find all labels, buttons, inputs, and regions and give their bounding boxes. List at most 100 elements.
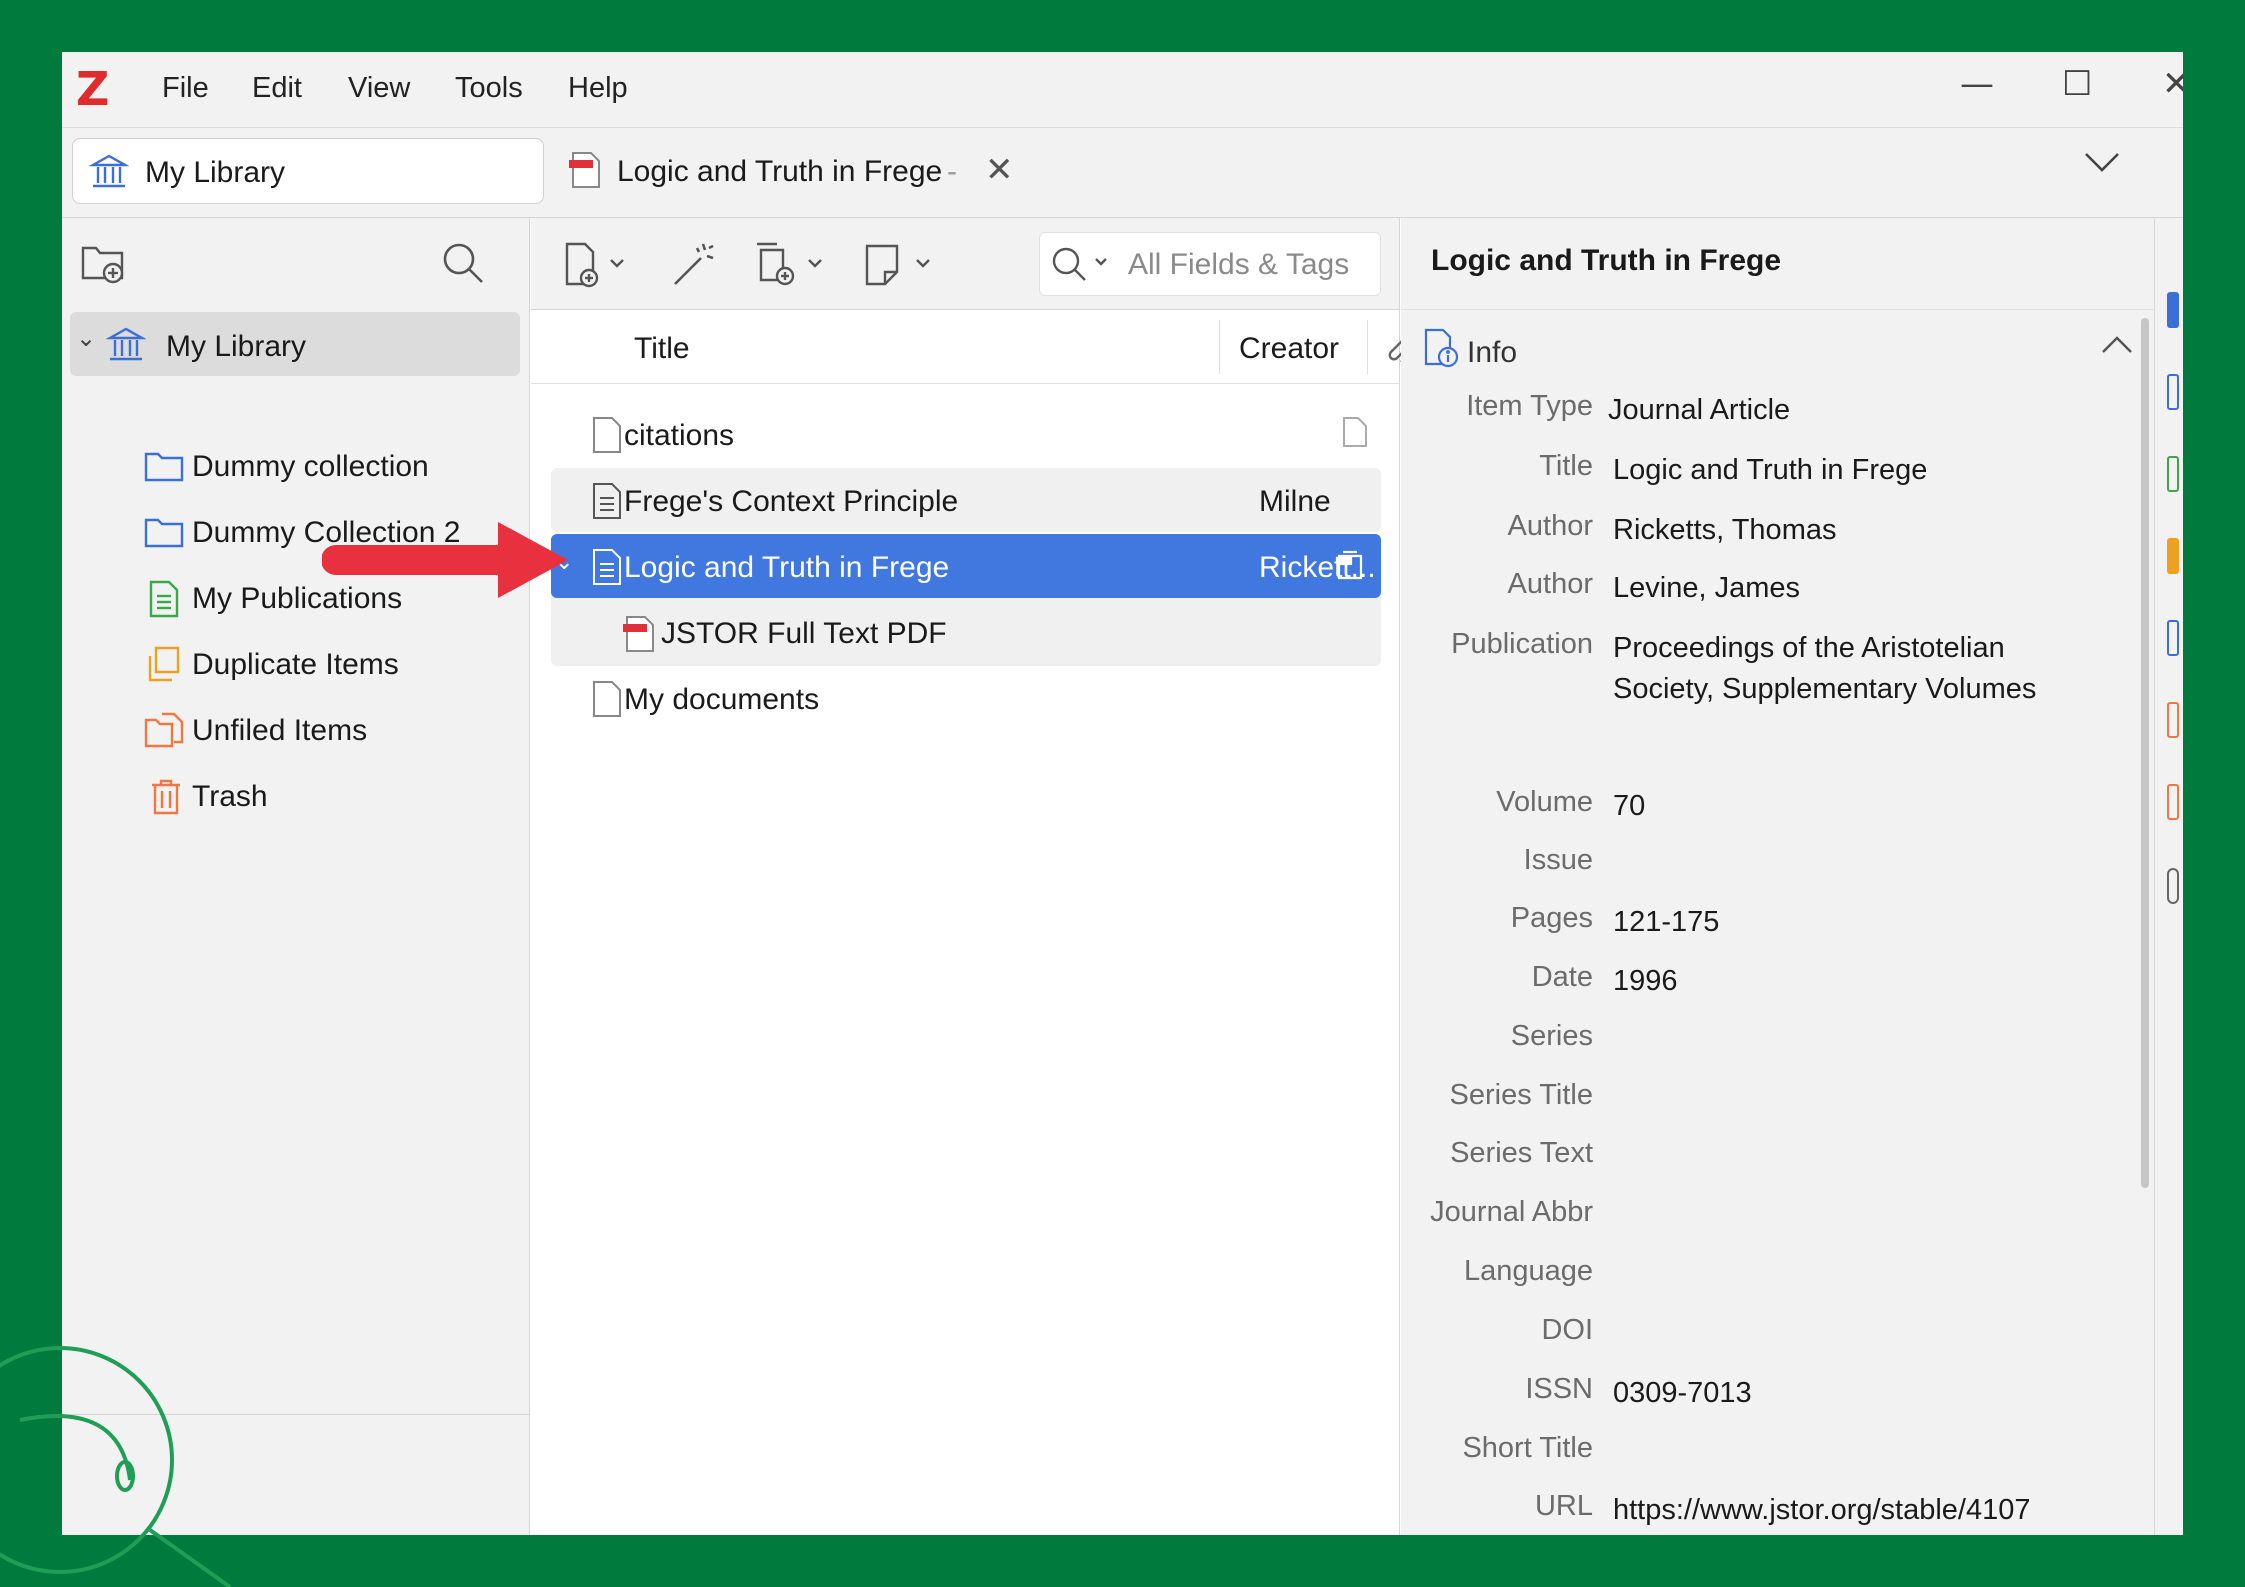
field-label: Language <box>1463 1255 1593 1287</box>
sidenav-locate-icon[interactable] <box>2167 868 2179 904</box>
chevron-up-icon[interactable] <box>2099 332 2135 365</box>
duplicate-items-icon <box>146 646 182 689</box>
attachment-status-icon[interactable] <box>1341 416 1369 453</box>
item-row-my-documents[interactable]: My documents <box>551 666 1381 730</box>
new-item-icon[interactable] <box>561 240 637 295</box>
trash-icon <box>150 778 182 821</box>
sidenav-abstract-icon[interactable] <box>2167 374 2179 410</box>
publications-icon <box>148 580 180 623</box>
item-row-freges-context-principle[interactable]: Frege's Context Principle Milne <box>551 468 1381 532</box>
items-toolbar <box>531 218 1399 310</box>
document-icon <box>591 680 623 723</box>
item-pane-scrollbar[interactable] <box>2141 318 2149 1188</box>
field-value[interactable]: Journal Article <box>1608 390 2098 431</box>
document-icon <box>591 416 623 459</box>
new-note-icon[interactable] <box>861 240 941 295</box>
minimize-button[interactable]: — <box>1960 64 1994 104</box>
item-pane: Logic and Truth in Frege Info Item Type … <box>1401 218 2154 1535</box>
close-tab-icon[interactable]: ✕ <box>985 150 1014 190</box>
column-creator[interactable]: Creator <box>1239 332 1339 366</box>
chevron-down-icon[interactable] <box>2082 146 2122 181</box>
field-label: Short Title <box>1462 1432 1593 1464</box>
column-divider[interactable] <box>1219 320 1220 374</box>
tab-my-library[interactable]: My Library <box>72 138 544 204</box>
field-label: Issue <box>1523 844 1593 876</box>
field-label: Series <box>1510 1020 1593 1052</box>
info-icon <box>1423 328 1461 373</box>
menu-help[interactable]: Help <box>568 72 628 105</box>
library-icon <box>88 151 130 196</box>
item-pane-header: Logic and Truth in Frege <box>1401 218 2154 310</box>
decorative-circle-icon <box>0 1346 232 1587</box>
search-icon[interactable] <box>440 240 486 291</box>
menu-file[interactable]: File <box>162 72 209 105</box>
zotero-window: Z File Edit View Tools Help — ☐ ✕ My Lib… <box>62 52 2183 1535</box>
collection-duplicate-items[interactable]: Duplicate Items <box>62 636 462 692</box>
field-value[interactable]: 121-175 <box>1613 902 2103 943</box>
field-value[interactable]: Levine, James <box>1613 568 2103 609</box>
sidenav-tags-icon[interactable] <box>2167 702 2179 738</box>
tab-reader[interactable]: Logic and Truth in Frege - ✕ <box>567 138 1027 204</box>
field-label: Series Title <box>1449 1079 1593 1111</box>
new-collection-icon[interactable] <box>80 240 130 291</box>
search-mode-icon[interactable] <box>1050 245 1120 290</box>
sidenav-related-icon[interactable] <box>2167 784 2179 820</box>
folder-icon <box>144 514 184 555</box>
sidenav-attachments-icon[interactable] <box>2167 456 2179 492</box>
folder-icon <box>144 448 184 489</box>
item-pane-title: Logic and Truth in Frege <box>1431 244 1782 277</box>
field-value[interactable]: Proceedings of the Aristotelian Society,… <box>1613 628 2043 710</box>
journal-article-icon <box>591 548 623 591</box>
collection-label: Dummy collection <box>192 450 429 483</box>
collection-dummy-collection[interactable]: Dummy collection <box>62 438 462 494</box>
maximize-button[interactable]: ☐ <box>2062 64 2092 104</box>
collection-my-library[interactable]: ⌄ My Library <box>70 312 520 376</box>
menu-edit[interactable]: Edit <box>252 72 302 105</box>
field-value[interactable]: 1996 <box>1613 961 2103 1002</box>
sidenav-info-icon[interactable] <box>2167 292 2179 328</box>
sidenav-notes-icon[interactable] <box>2167 538 2179 574</box>
item-row-logic-and-truth-in-frege[interactable]: ⌄ Logic and Truth in Frege Rickett... <box>551 534 1381 598</box>
pdf-icon <box>567 150 603 195</box>
item-creator: Milne <box>1259 485 1331 518</box>
library-icon <box>105 324 147 369</box>
red-arrow-annotation <box>322 522 568 598</box>
item-row-citations[interactable]: citations <box>551 402 1381 466</box>
item-row-jstor-full-text-pdf[interactable]: JSTOR Full Text PDF <box>551 600 1381 664</box>
close-window-button[interactable]: ✕ <box>2162 64 2183 104</box>
column-divider[interactable] <box>1367 320 1368 374</box>
collection-label: Trash <box>192 780 268 813</box>
field-value[interactable]: https://www.jstor.org/stable/4107005 <box>1613 1490 2033 1535</box>
tab-library-label: My Library <box>145 156 286 189</box>
items-search-box[interactable] <box>1039 232 1381 296</box>
field-label: Author <box>1507 510 1593 542</box>
chevron-down-icon[interactable]: ⌄ <box>76 324 96 352</box>
collection-trash[interactable]: Trash <box>62 768 462 824</box>
column-title[interactable]: Title <box>634 332 690 366</box>
item-title: JSTOR Full Text PDF <box>661 617 947 650</box>
item-title: My documents <box>624 683 820 716</box>
sidenav-libraries-icon[interactable] <box>2167 620 2179 656</box>
field-label: DOI <box>1541 1314 1593 1346</box>
info-section-label: Info <box>1467 336 1518 369</box>
search-input[interactable] <box>1128 245 1368 285</box>
pdf-attachment-icon[interactable] <box>1333 548 1367 587</box>
unfiled-items-icon <box>144 712 184 755</box>
field-value[interactable]: Ricketts, Thomas <box>1613 510 2103 551</box>
tab-reader-separator: - <box>947 155 957 188</box>
field-label: Journal Abbr <box>1430 1196 1593 1228</box>
zotero-logo-icon: Z <box>76 62 110 116</box>
field-value[interactable]: Logic and Truth in Frege <box>1613 450 2103 491</box>
field-label: Date <box>1531 961 1593 993</box>
add-attachment-icon[interactable] <box>753 240 833 295</box>
item-title: citations <box>624 419 735 452</box>
field-label: Author <box>1507 568 1593 600</box>
field-value[interactable]: 70 <box>1613 786 2103 827</box>
tab-bar: My Library Logic and Truth in Frege - ✕ <box>62 128 2183 218</box>
menu-tools[interactable]: Tools <box>455 72 523 105</box>
field-value[interactable]: 0309-7013 <box>1613 1373 2103 1414</box>
collection-unfiled-items[interactable]: Unfiled Items <box>62 702 462 758</box>
info-section-header[interactable]: Info <box>1423 328 2132 378</box>
add-by-identifier-icon[interactable] <box>669 240 719 295</box>
menu-view[interactable]: View <box>348 72 410 105</box>
